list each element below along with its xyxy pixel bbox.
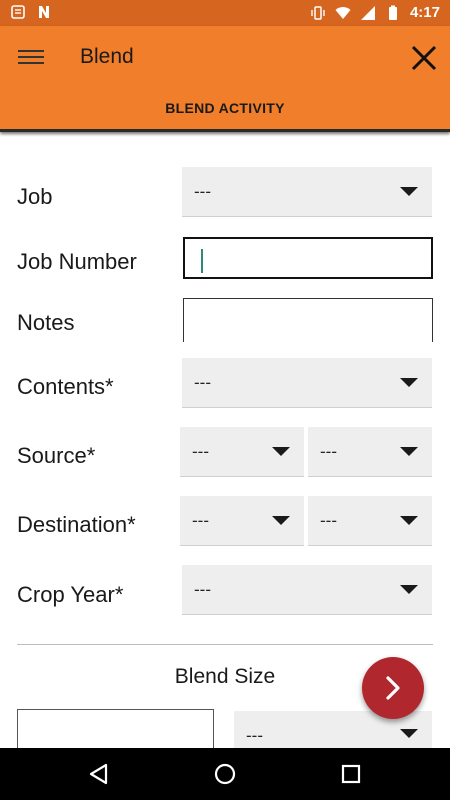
menu-button[interactable]: [18, 46, 44, 70]
job-number-field[interactable]: [183, 237, 433, 279]
home-icon[interactable]: [213, 762, 237, 786]
job-select[interactable]: ---: [182, 167, 432, 217]
destination-select-b[interactable]: ---: [308, 496, 432, 546]
status-bar: 4:17: [0, 0, 450, 26]
back-icon[interactable]: [87, 762, 111, 786]
wifi-icon: [335, 7, 351, 19]
status-time: 4:17: [409, 4, 440, 21]
nav-bar: [0, 748, 450, 800]
chevron-down-icon: [272, 516, 290, 525]
notes-icon: [11, 5, 25, 19]
notes-field[interactable]: [183, 298, 433, 342]
page-title: Blend: [80, 45, 134, 68]
chevron-down-icon: [400, 187, 418, 196]
vibrate-icon: [311, 6, 325, 20]
form-content[interactable]: Job --- Job Number Notes Contents* --- S…: [0, 132, 450, 748]
notification-n-icon: [39, 6, 49, 18]
contents-label: Contents*: [17, 374, 114, 399]
chevron-down-icon: [400, 378, 418, 387]
destination-select-a-value: ---: [192, 511, 209, 530]
contents-select-value: ---: [194, 373, 211, 392]
close-icon[interactable]: [408, 42, 440, 74]
crop-year-select-value: ---: [194, 580, 211, 599]
next-button[interactable]: [362, 657, 424, 719]
chevron-down-icon: [272, 447, 290, 456]
job-label: Job: [17, 184, 53, 209]
destination-select-a[interactable]: ---: [180, 496, 304, 546]
chevron-down-icon: [400, 729, 418, 738]
source-select-a[interactable]: ---: [180, 427, 304, 477]
recents-icon[interactable]: [339, 762, 363, 786]
source-select-b-value: ---: [320, 442, 337, 461]
signal-icon: [360, 6, 375, 20]
destination-select-b-value: ---: [320, 511, 337, 530]
source-select-b[interactable]: ---: [308, 427, 432, 477]
chevron-right-icon: [386, 676, 400, 700]
chevron-down-icon: [400, 585, 418, 594]
chevron-down-icon: [400, 516, 418, 525]
job-number-label: Job Number: [17, 249, 137, 274]
text-cursor: [201, 249, 203, 273]
job-select-value: ---: [194, 182, 211, 201]
blend-size-unit-value: ---: [246, 726, 263, 745]
contents-select[interactable]: ---: [182, 358, 432, 408]
tab-blend-activity[interactable]: BLEND ACTIVITY: [0, 100, 450, 116]
source-select-a-value: ---: [192, 442, 209, 461]
crop-year-select[interactable]: ---: [182, 565, 432, 615]
app-bar: Blend BLEND ACTIVITY: [0, 26, 450, 132]
source-label: Source*: [17, 443, 96, 468]
menu-icon: [18, 50, 44, 52]
section-divider: [17, 644, 433, 645]
notes-label: Notes: [17, 310, 75, 335]
blend-size-input[interactable]: [17, 709, 214, 748]
battery-icon: [388, 5, 397, 20]
chevron-down-icon: [400, 447, 418, 456]
crop-year-label: Crop Year*: [17, 582, 124, 607]
destination-label: Destination*: [17, 512, 136, 537]
